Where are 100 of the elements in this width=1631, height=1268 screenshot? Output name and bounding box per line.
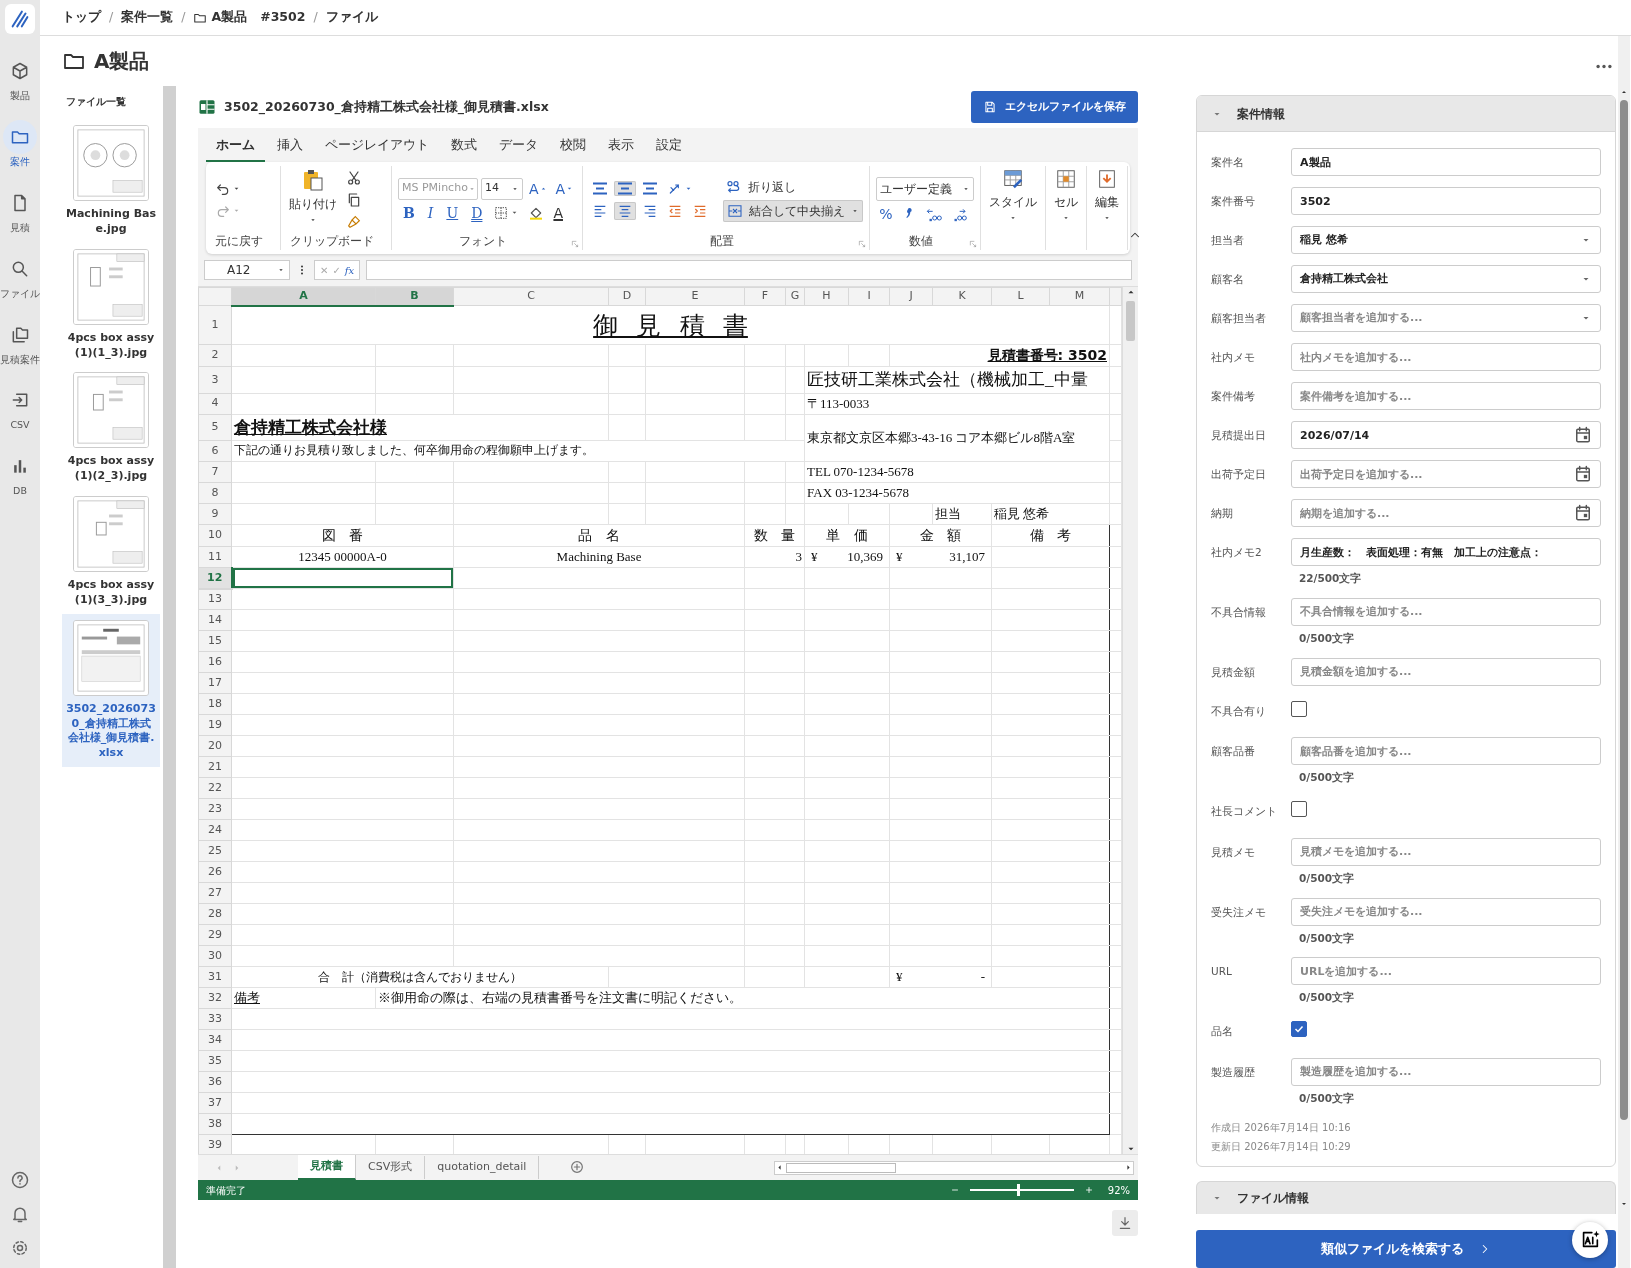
format-button[interactable]: U bbox=[441, 204, 464, 221]
sheet-tab[interactable]: 見積書 bbox=[298, 1155, 356, 1180]
nav-item[interactable]: DB bbox=[0, 443, 40, 504]
file-item[interactable]: 3502_20260730_倉持精工株式会社様_御見積書.xlsx bbox=[62, 613, 160, 768]
row-header[interactable]: 17 bbox=[198, 672, 232, 694]
dropdown[interactable]: 倉持精工株式会社 bbox=[1291, 265, 1601, 294]
row-header[interactable]: 22 bbox=[198, 777, 232, 799]
section-header[interactable]: ファイル情報 bbox=[1196, 1180, 1616, 1214]
ribbon-button[interactable]: セル bbox=[1052, 166, 1081, 233]
scroll-up-icon[interactable] bbox=[1620, 88, 1628, 96]
row-header[interactable]: 7 bbox=[198, 461, 232, 483]
row-header[interactable]: 8 bbox=[198, 482, 232, 504]
row-header[interactable]: 34 bbox=[198, 1029, 232, 1051]
breadcrumb-link[interactable]: ファイル bbox=[325, 8, 378, 27]
percent-button[interactable]: % bbox=[876, 205, 896, 222]
row-header[interactable]: 25 bbox=[198, 840, 232, 862]
formula-input[interactable] bbox=[366, 260, 1132, 280]
scroll-left-icon[interactable] bbox=[775, 1163, 784, 1172]
column-header[interactable]: K bbox=[932, 287, 992, 306]
nav-item[interactable]: 製品 bbox=[0, 48, 40, 108]
row-header[interactable]: 3 bbox=[198, 366, 232, 393]
input-field[interactable]: 月生産数： 表面処理：有無 加工上の注意点： bbox=[1291, 538, 1601, 567]
copy-icon[interactable] bbox=[346, 191, 362, 208]
row-header[interactable]: 32 bbox=[198, 987, 232, 1009]
file-item[interactable]: 4pcs box assy (1)(3_3).jpg bbox=[62, 490, 160, 614]
column-header[interactable]: F bbox=[744, 287, 786, 306]
align-button[interactable] bbox=[614, 181, 637, 196]
row-header[interactable]: 12 bbox=[198, 567, 232, 589]
column-header[interactable]: L bbox=[991, 287, 1050, 306]
save-button[interactable]: エクセルファイルを保存 bbox=[971, 90, 1138, 124]
column-header[interactable]: C bbox=[453, 287, 609, 306]
input-field[interactable]: URLを追加する... bbox=[1291, 957, 1601, 986]
section-header[interactable]: 案件情報 bbox=[1197, 96, 1615, 133]
ribbon-button[interactable]: 編集 bbox=[1093, 166, 1122, 233]
scrollbar-thumb[interactable] bbox=[786, 1162, 896, 1173]
dropdown[interactable]: 顧客担当者を追加する... bbox=[1291, 304, 1601, 333]
scrollbar-thumb[interactable] bbox=[1620, 100, 1628, 1120]
row-header[interactable]: 10 bbox=[198, 524, 232, 547]
sheet-tab[interactable]: CSV形式 bbox=[356, 1156, 426, 1179]
column-header[interactable]: I bbox=[848, 287, 890, 306]
align-button[interactable] bbox=[614, 201, 637, 220]
slider-thumb[interactable] bbox=[1016, 1184, 1020, 1196]
row-header[interactable]: 30 bbox=[198, 945, 232, 967]
input-field[interactable]: 見積メモを追加する... bbox=[1291, 837, 1601, 866]
file-item[interactable]: 4pcs box assy (1)(1_3).jpg bbox=[62, 242, 160, 367]
input-field[interactable]: 3502 bbox=[1291, 187, 1601, 216]
date-field[interactable]: 出荷予定日を追加する... bbox=[1291, 460, 1601, 489]
row-header[interactable]: 37 bbox=[198, 1092, 232, 1114]
format-button[interactable]: I bbox=[422, 204, 439, 221]
input-field[interactable]: 見積金額を追加する... bbox=[1291, 657, 1601, 686]
row-header[interactable]: 16 bbox=[198, 651, 232, 673]
add-sheet-icon[interactable] bbox=[569, 1159, 586, 1176]
checkbox[interactable] bbox=[1291, 700, 1307, 717]
row-header[interactable]: 5 bbox=[198, 414, 232, 441]
row-header[interactable]: 38 bbox=[198, 1113, 232, 1135]
scrollbar[interactable] bbox=[163, 86, 176, 1268]
column-header[interactable]: D bbox=[608, 287, 646, 306]
nav-item[interactable]: 見積案件 bbox=[0, 311, 40, 372]
row-header[interactable]: 13 bbox=[198, 588, 232, 610]
ribbon-tab[interactable]: 設定 bbox=[646, 128, 692, 162]
file-item[interactable]: Machining Base.jpg bbox=[62, 119, 160, 243]
wrap-text-button[interactable]: 折り返し bbox=[723, 177, 864, 196]
checkbox[interactable] bbox=[1291, 1021, 1307, 1038]
row-header[interactable]: 29 bbox=[198, 924, 232, 946]
paste-button[interactable]: 貼り付け bbox=[287, 166, 339, 233]
ribbon-tab[interactable]: ページレイアウト bbox=[315, 128, 439, 162]
scroll-right-icon[interactable] bbox=[1124, 1163, 1133, 1172]
scroll-down-icon[interactable] bbox=[1620, 1200, 1628, 1208]
shrink-font-button[interactable]: A bbox=[552, 180, 577, 197]
merge-button[interactable]: 結合して中央揃え bbox=[723, 199, 864, 222]
ribbon-tab[interactable]: 校閲 bbox=[550, 128, 596, 162]
row-header[interactable]: 27 bbox=[198, 882, 232, 904]
row-header[interactable]: 6 bbox=[198, 440, 232, 462]
sheet-tab[interactable]: quotation_detail bbox=[425, 1156, 540, 1179]
checkbox[interactable] bbox=[1291, 801, 1307, 818]
scissors-icon[interactable] bbox=[346, 169, 362, 186]
format-button[interactable]: D bbox=[466, 204, 488, 221]
input-field[interactable]: 受失注メモを追加する... bbox=[1291, 897, 1601, 926]
number-format-dropdown[interactable]: ユーザー定義 bbox=[876, 176, 975, 201]
ribbon-tab[interactable]: 数式 bbox=[441, 128, 487, 162]
scrollbar-thumb[interactable] bbox=[1126, 301, 1135, 341]
search-similar-button[interactable]: 類似ファイルを検索する bbox=[1196, 1230, 1616, 1268]
font-size-dropdown[interactable]: 14 bbox=[481, 177, 523, 200]
row-header[interactable]: 15 bbox=[198, 630, 232, 652]
settings-icon[interactable] bbox=[10, 1238, 30, 1258]
nav-item[interactable]: ファイル bbox=[0, 245, 40, 306]
row-header[interactable]: 19 bbox=[198, 714, 232, 736]
row-header[interactable]: 33 bbox=[198, 1008, 232, 1030]
row-header[interactable]: 9 bbox=[198, 503, 232, 525]
breadcrumb-link[interactable]: 案件一覧 bbox=[121, 8, 174, 27]
nav-item[interactable]: 見積 bbox=[0, 179, 40, 240]
column-header[interactable]: J bbox=[889, 287, 933, 306]
row-header[interactable]: 11 bbox=[198, 546, 232, 568]
column-header[interactable]: A bbox=[231, 287, 376, 306]
row-header[interactable]: 35 bbox=[198, 1050, 232, 1072]
row-header[interactable]: 24 bbox=[198, 819, 232, 841]
grow-font-button[interactable]: A bbox=[526, 180, 550, 197]
input-field[interactable]: 社内メモを追加する... bbox=[1291, 343, 1601, 372]
row-header[interactable]: 28 bbox=[198, 903, 232, 925]
row-header[interactable]: 36 bbox=[198, 1071, 232, 1093]
